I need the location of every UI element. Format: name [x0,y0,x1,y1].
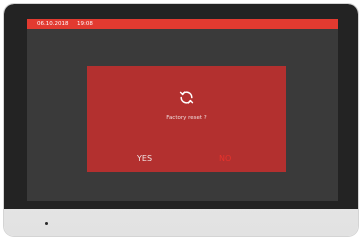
no-button[interactable]: NO [219,154,231,163]
device-frame: 06.10.2018 19:08 Factory reset ? YES NO [4,4,358,236]
refresh-icon [179,91,194,104]
indicator-led [45,222,48,225]
screen-bezel: 06.10.2018 19:08 Factory reset ? YES NO [4,4,358,209]
status-time: 19:08 [77,21,93,27]
factory-reset-dialog: Factory reset ? YES NO [87,66,286,172]
status-bar: 06.10.2018 19:08 [27,19,338,29]
screen: 06.10.2018 19:08 Factory reset ? YES NO [27,19,338,201]
status-date: 06.10.2018 [37,21,69,27]
yes-button[interactable]: YES [137,154,152,163]
dialog-message: Factory reset ? [166,115,207,121]
